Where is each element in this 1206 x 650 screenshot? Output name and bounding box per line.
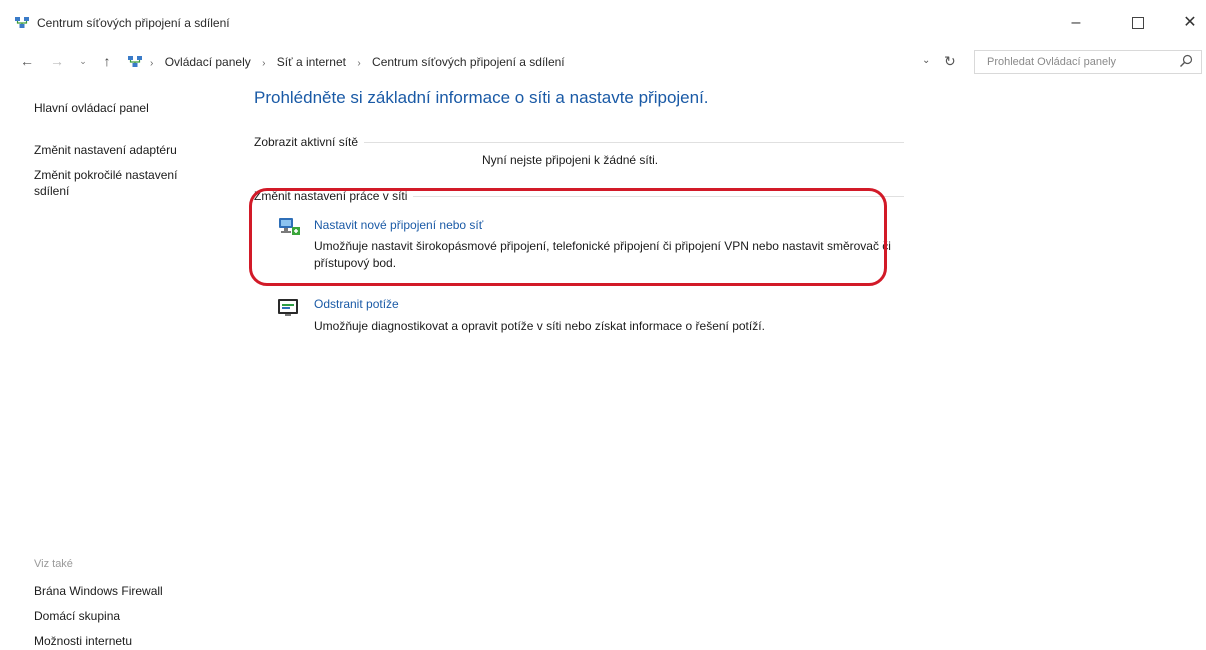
search-placeholder: Prohledat Ovládací panely: [987, 56, 1117, 68]
sidebar-link-control-panel-home[interactable]: Hlavní ovládací panel: [34, 100, 214, 116]
network-center-icon: [128, 56, 142, 67]
address-dropdown-button[interactable]: ⌄: [922, 55, 930, 66]
see-also-link-firewall[interactable]: Brána Windows Firewall: [34, 583, 214, 599]
address-bar-row: ← → ⌄ ↑ › Ovládací panely › Síť a intern…: [0, 49, 1206, 75]
forward-button[interactable]: →: [48, 51, 66, 71]
title-bar: Centrum síťových připojení a sdílení – ✕: [0, 0, 1206, 46]
change-settings-heading: Změnit nastavení práce v síti: [254, 189, 414, 203]
network-center-icon: [15, 17, 29, 28]
window-title: Centrum síťových připojení a sdílení: [37, 16, 230, 30]
network-setup-icon: [279, 218, 300, 235]
breadcrumb-separator[interactable]: ›: [262, 58, 265, 69]
troubleshoot-link[interactable]: Odstranit potíže: [314, 297, 399, 311]
troubleshoot-description: Umožňuje diagnostikovat a opravit potíže…: [314, 319, 765, 333]
breadcrumb: › Ovládací panely › Síť a internet › Cen…: [150, 55, 565, 69]
no-network-message: Nyní nejste připojeni k žádné síti.: [482, 153, 659, 167]
active-networks-heading: Zobrazit aktivní sítě: [254, 135, 365, 149]
close-button[interactable]: ✕: [1168, 10, 1206, 36]
see-also-link-internet-options[interactable]: Možnosti internetu: [34, 633, 214, 649]
maximize-icon: [1132, 16, 1144, 29]
minimize-button[interactable]: –: [1054, 10, 1098, 36]
breadcrumb-separator[interactable]: ›: [357, 58, 360, 69]
see-also-heading: Viz také: [34, 558, 73, 570]
see-also-link-homegroup[interactable]: Domácí skupina: [34, 608, 214, 624]
recent-locations-button[interactable]: ⌄: [74, 51, 92, 71]
search-icon[interactable]: [1179, 54, 1193, 68]
sidebar-link-advanced-sharing[interactable]: Změnit pokročilé nastavení sdílení: [34, 167, 204, 199]
troubleshoot-icon: [278, 299, 298, 316]
setup-connection-link[interactable]: Nastavit nové připojení nebo síť: [314, 218, 483, 232]
refresh-button[interactable]: ↻: [944, 53, 956, 70]
breadcrumb-item-control-panel[interactable]: Ovládací panely: [165, 55, 251, 69]
page-title: Prohlédněte si základní informace o síti…: [254, 88, 709, 107]
setup-connection-description: Umožňuje nastavit širokopásmové připojen…: [314, 239, 891, 270]
breadcrumb-separator[interactable]: ›: [150, 58, 153, 69]
up-button[interactable]: ↑: [98, 51, 116, 71]
search-input[interactable]: Prohledat Ovládací panely: [974, 50, 1202, 74]
back-button[interactable]: ←: [18, 51, 36, 71]
sidebar-link-adapter-settings[interactable]: Změnit nastavení adaptéru: [34, 142, 214, 158]
maximize-button[interactable]: [1116, 10, 1160, 36]
breadcrumb-item-network[interactable]: Síť a internet: [277, 55, 346, 69]
breadcrumb-item-network-center[interactable]: Centrum síťových připojení a sdílení: [372, 55, 565, 69]
